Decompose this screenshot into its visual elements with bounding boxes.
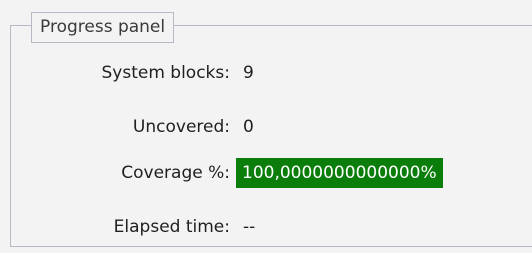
- row-uncovered: Uncovered: 0: [0, 111, 532, 143]
- coverage-value: 100,0000000000000%: [236, 158, 443, 188]
- uncovered-value: 0: [243, 117, 254, 137]
- row-coverage: Coverage %: 100,0000000000000%: [0, 157, 532, 189]
- panel-title: Progress panel: [31, 12, 175, 43]
- elapsed-time-label: Elapsed time:: [113, 217, 230, 237]
- system-blocks-label: System blocks:: [101, 63, 231, 83]
- system-blocks-value: 9: [243, 63, 254, 83]
- elapsed-time-value: --: [243, 217, 256, 237]
- row-system-blocks: System blocks: 9: [0, 57, 532, 89]
- row-elapsed-time: Elapsed time: --: [0, 211, 532, 243]
- coverage-label: Coverage %:: [121, 163, 230, 183]
- uncovered-label: Uncovered:: [132, 117, 230, 137]
